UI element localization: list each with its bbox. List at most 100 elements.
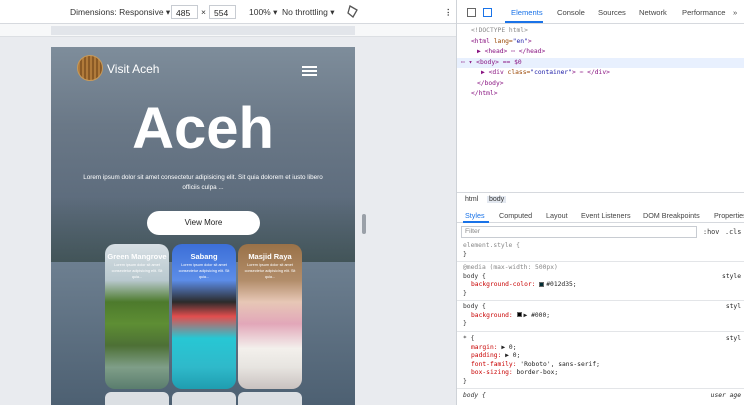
rule-source-link[interactable]: style — [722, 273, 741, 282]
dom-html-open[interactable]: <html lang="en"> — [471, 37, 532, 48]
destination-card[interactable]: Masjid Raya Lorem ipsum dolor sit amet c… — [238, 244, 302, 389]
rule-source-link[interactable]: styl — [726, 335, 741, 344]
declaration-margin[interactable]: margin: ▶ 0; — [471, 344, 517, 353]
tab-layout[interactable]: Layout — [546, 211, 568, 220]
destination-card[interactable]: Green Mangrove Lorem ipsum dolor sit ame… — [105, 244, 169, 389]
rule-source-link[interactable]: styl — [726, 303, 741, 312]
breadcrumb-html[interactable]: html — [465, 196, 478, 203]
site-brand[interactable]: Visit Aceh — [107, 62, 159, 76]
rule-close: } — [463, 320, 467, 328]
card-title: Green Mangrove — [107, 252, 167, 261]
device-toolbar: Dimensions: Responsive ▾ 485 × 554 100% … — [0, 0, 456, 24]
tab-computed[interactable]: Computed — [499, 211, 532, 220]
ruler-segment[interactable] — [51, 26, 355, 35]
height-input[interactable]: 554 — [209, 5, 236, 19]
rule-selector[interactable]: body { — [463, 303, 486, 312]
breadcrumb-body[interactable]: body — [487, 196, 507, 203]
property-name: background-color: — [471, 281, 536, 289]
media-query-ruler[interactable] — [0, 24, 456, 37]
declaration-box-sizing[interactable]: box-sizing: border-box; — [471, 369, 558, 378]
next-card-peek — [238, 392, 302, 405]
more-tabs-button[interactable]: » — [733, 8, 737, 17]
dom-body-close[interactable]: </body> — [477, 79, 504, 90]
property-name: background: — [471, 311, 513, 319]
card-title: Sabang — [190, 252, 218, 261]
declaration-padding[interactable]: padding: ▶ 0; — [471, 352, 520, 361]
card-text: Lorem ipsum dolor sit amet consectetur a… — [244, 263, 296, 279]
color-swatch[interactable] — [516, 312, 522, 318]
tab-styles[interactable]: Styles — [465, 211, 485, 220]
property-name: margin: — [471, 343, 498, 351]
hover-state-toggle[interactable]: :hov — [703, 228, 719, 236]
styles-filter-input[interactable]: Filter — [461, 226, 697, 238]
class-toggle[interactable]: .cls — [725, 228, 741, 236]
hamburger-menu-icon[interactable] — [302, 66, 317, 76]
attr-name: class= — [503, 69, 531, 76]
card-text: Lorem ipsum dolor sit amet consectetur a… — [178, 263, 230, 279]
tab-event-listeners[interactable]: Event Listeners — [581, 211, 631, 220]
tab-performance[interactable]: Performance — [682, 8, 725, 17]
property-name: font-family: — [471, 360, 517, 368]
more-options-icon[interactable]: ⋮ — [444, 7, 453, 18]
tab-properties[interactable]: Properties — [714, 211, 744, 220]
zoom-dropdown[interactable]: 100% ▾ — [249, 7, 277, 18]
rotate-icon[interactable] — [347, 4, 359, 20]
color-swatch[interactable] — [539, 281, 545, 287]
tab-sources[interactable]: Sources — [598, 8, 626, 17]
property-name: padding: — [471, 352, 502, 360]
dom-tree: <!DOCTYPE html> <html lang="en"> ▶ <head… — [457, 24, 744, 192]
rule-divider — [457, 331, 744, 332]
tag: > — [527, 37, 532, 45]
device-toggle-icon[interactable] — [483, 8, 492, 17]
throttling-dropdown[interactable]: No throttling ▾ — [282, 7, 334, 18]
dom-head[interactable]: ▶ <head> ⋯ </head> — [477, 47, 545, 58]
site-logo[interactable] — [77, 55, 103, 81]
ua-rule-selector[interactable]: body { — [463, 392, 486, 401]
rule-close: } — [463, 289, 467, 297]
devtools-window: Dimensions: Responsive ▾ 485 × 554 100% … — [0, 0, 744, 405]
dom-div-container[interactable]: ▶ <div class="container"> ⋯ </div> — [481, 68, 610, 79]
tab-dom-breakpoints[interactable]: DOM Breakpoints — [643, 211, 700, 220]
tag: > ⋯ </div> — [572, 69, 610, 76]
tag: <html — [471, 37, 490, 45]
view-more-button[interactable]: View More — [147, 211, 260, 235]
tab-network[interactable]: Network — [639, 8, 667, 17]
hero-title: Aceh — [132, 96, 274, 161]
media-query: @media (max-width: 500px) — [463, 264, 558, 271]
device-emulation-pane: Dimensions: Responsive ▾ 485 × 554 100% … — [0, 0, 456, 405]
width-input[interactable]: 485 — [171, 5, 198, 19]
rule-close: } — [463, 250, 467, 258]
tab-elements[interactable]: Elements — [511, 8, 543, 17]
element-style-rule[interactable]: element.style { — [463, 242, 520, 251]
declaration-background[interactable]: background: ▶ #000; — [471, 312, 550, 321]
dimension-separator: × — [201, 7, 206, 17]
rule-close: } — [463, 378, 467, 385]
viewport-resize-handle[interactable] — [362, 214, 366, 234]
styles-tabbar: Styles Computed Layout Event Listeners D… — [457, 207, 744, 223]
next-card-peek — [172, 392, 236, 405]
dimensions-dropdown[interactable]: Dimensions: Responsive ▾ — [70, 7, 170, 18]
rule-divider — [457, 261, 744, 262]
dom-html-close[interactable]: </html> — [471, 89, 498, 100]
inspect-element-icon[interactable] — [467, 8, 476, 17]
tab-console[interactable]: Console — [557, 8, 585, 17]
dom-doctype[interactable]: <!DOCTYPE html> — [471, 26, 528, 37]
devtools-panel: Elements Console Sources Network Perform… — [456, 0, 744, 405]
attr-value: "container" — [530, 69, 572, 76]
rule-selector[interactable]: * { — [463, 335, 474, 344]
rule-divider — [457, 300, 744, 301]
rule-selector[interactable]: body { — [463, 273, 486, 282]
declaration-font-family[interactable]: font-family: 'Roboto', sans-serif; — [471, 361, 600, 370]
style-rules: element.style { } @media (max-width: 500… — [457, 240, 744, 405]
active-tab-indicator — [505, 21, 543, 23]
declaration-background-color[interactable]: background-color: #012d35; — [471, 281, 577, 290]
dom-body-selected[interactable]: ⋯ ▾ <body> == $0 — [461, 58, 522, 69]
card-text: Lorem ipsum dolor sit amet consectetur a… — [111, 263, 163, 279]
emulated-viewport[interactable]: Visit Aceh Aceh Lorem ipsum dolor sit am… — [51, 47, 355, 405]
attr-value: "en" — [512, 37, 528, 45]
ua-source-label: user age — [710, 392, 741, 399]
active-styles-tab-indicator — [463, 221, 489, 223]
hero-text: Lorem ipsum dolor sit amet consectetur a… — [83, 174, 323, 191]
property-value: ▶ 0; — [505, 352, 521, 360]
destination-card[interactable]: Sabang Lorem ipsum dolor sit amet consec… — [172, 244, 236, 389]
